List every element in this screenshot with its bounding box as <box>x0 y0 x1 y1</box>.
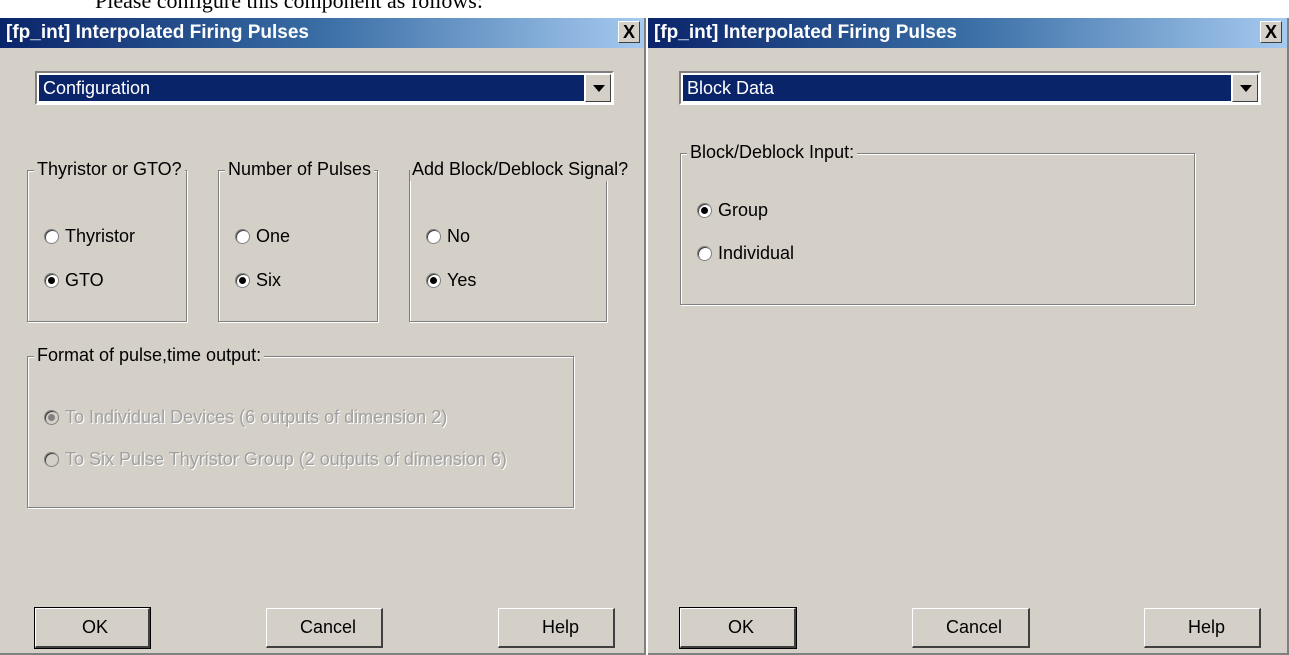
group-pulse-time-output-format: Format of pulse,time output: To Individu… <box>27 343 574 508</box>
radio-label: Individual <box>718 243 795 263</box>
ok-button-label: OK <box>728 617 755 637</box>
close-button[interactable]: X <box>618 21 640 43</box>
group-label: Add Block/Deblock Signal? <box>410 157 630 181</box>
radio-button-icon[interactable] <box>235 229 250 244</box>
cancel-button-label: Cancel <box>300 617 357 637</box>
chevron-down-icon[interactable] <box>1232 74 1258 102</box>
radio-button-checked-icon[interactable] <box>235 273 250 288</box>
document-caption: Please configure this component as follo… <box>0 0 1289 18</box>
radio-button-checked-icon[interactable] <box>697 203 712 218</box>
radio-label: Six <box>256 270 282 290</box>
dropdown-selected-value: Block Data <box>683 75 1231 101</box>
group-number-of-pulses: Number of Pulses One Six <box>218 157 378 322</box>
group-thyristor-or-gto: Thyristor or GTO? Thyristor GTO <box>27 157 187 322</box>
radio-button-icon <box>44 452 59 467</box>
help-button-label: Help <box>1188 617 1226 637</box>
group-add-block-deblock: Add Block/Deblock Signal? No Yes <box>409 157 630 322</box>
help-button[interactable]: Help <box>498 608 615 648</box>
help-button[interactable]: Help <box>1144 608 1261 648</box>
group-label: Format of pulse,time output: <box>34 343 265 367</box>
close-icon: X <box>622 22 635 42</box>
ok-button-label: OK <box>82 617 109 637</box>
radio-label: One <box>256 226 291 246</box>
title-bar[interactable]: [fp_int] Interpolated Firing Pulses X <box>0 18 644 48</box>
radio-button-checked-icon <box>44 410 59 425</box>
close-icon: X <box>1264 22 1277 42</box>
radio-label: Thyristor <box>65 226 136 246</box>
cancel-button[interactable]: Cancel <box>912 608 1030 648</box>
radio-label: To Individual Devices (6 outputs of dime… <box>65 407 448 427</box>
radio-button-checked-icon[interactable] <box>44 273 59 288</box>
group-label: Thyristor or GTO? <box>34 157 185 181</box>
dialog-block-data: [fp_int] Interpolated Firing Pulses X Bl… <box>648 18 1289 655</box>
window-title: [fp_int] Interpolated Firing Pulses <box>654 22 957 43</box>
radio-label: Yes <box>447 270 477 290</box>
radio-button-checked-icon[interactable] <box>426 273 441 288</box>
radio-label: No <box>447 226 471 246</box>
group-block-deblock-input: Block/Deblock Input: Group Individual <box>680 140 1195 305</box>
group-label: Number of Pulses <box>225 157 375 181</box>
radio-label: GTO <box>65 270 104 290</box>
ok-button[interactable]: OK <box>679 607 797 649</box>
ok-button[interactable]: OK <box>34 607 151 649</box>
group-label: Block/Deblock Input: <box>687 140 858 164</box>
radio-button-icon[interactable] <box>426 229 441 244</box>
page-select-dropdown[interactable]: Configuration <box>35 71 614 105</box>
dialog-configuration: [fp_int] Interpolated Firing Pulses X Co… <box>0 18 646 655</box>
close-button[interactable]: X <box>1260 21 1282 43</box>
cancel-button[interactable]: Cancel <box>266 608 383 648</box>
radio-label: Group <box>718 200 769 220</box>
radio-button-icon[interactable] <box>697 246 712 261</box>
window-title: [fp_int] Interpolated Firing Pulses <box>6 22 309 43</box>
radio-label: To Six Pulse Thyristor Group (2 outputs … <box>65 449 507 469</box>
cancel-button-label: Cancel <box>946 617 1003 637</box>
caption-text: Please configure this component as follo… <box>95 0 483 13</box>
chevron-down-icon[interactable] <box>585 74 611 102</box>
help-button-label: Help <box>542 617 580 637</box>
radio-button-icon[interactable] <box>44 229 59 244</box>
page-select-dropdown[interactable]: Block Data <box>679 71 1261 105</box>
title-bar[interactable]: [fp_int] Interpolated Firing Pulses X <box>648 18 1287 48</box>
dropdown-selected-value: Configuration <box>39 75 584 101</box>
